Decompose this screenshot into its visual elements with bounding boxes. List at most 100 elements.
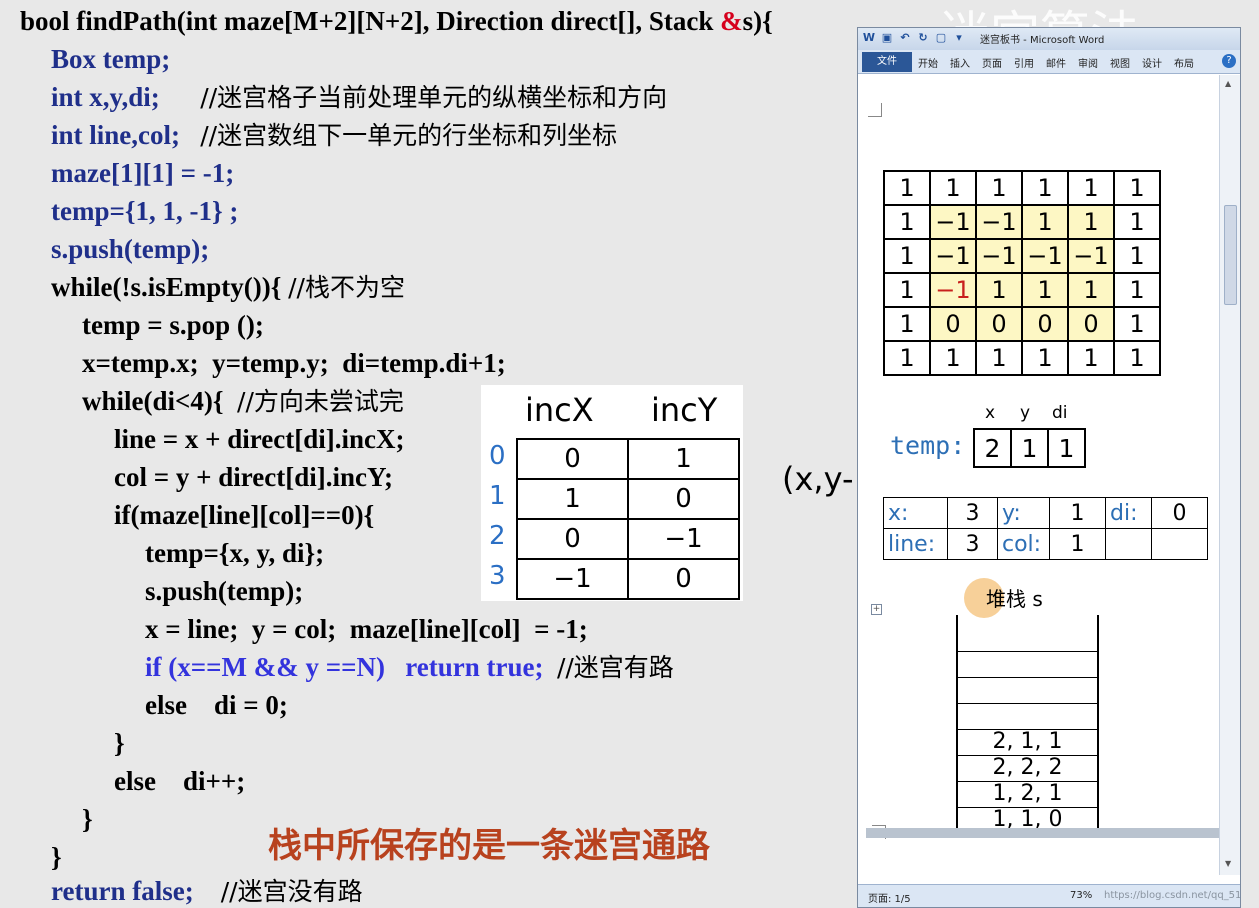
maze-cell: 1 xyxy=(1021,272,1069,308)
inc-cell: −1 xyxy=(627,518,740,560)
scroll-up-icon[interactable]: ▲ xyxy=(1225,79,1231,88)
code-line: x = line; y = col; maze[line][col] = -1; xyxy=(145,611,588,647)
maze-cell: 1 xyxy=(975,170,1023,206)
help-icon[interactable]: ? xyxy=(1222,54,1236,68)
document-page[interactable]: 1 1 1 1 1 1 1 −1 −1 1 1 1 1 −1 −1 −1 −1 1 1 −1 1 1 1 1 1 0 0 0 0 1 1 1 1… xyxy=(858,75,1218,875)
maze-cell: 1 xyxy=(1113,306,1161,342)
maze-cell: 1 xyxy=(1067,204,1115,240)
maze-cell: −1 xyxy=(1067,238,1115,274)
stack-path-note: 栈中所保存的是一条迷宫通路 xyxy=(268,826,710,866)
customize-toolbar-icon[interactable]: ▾ xyxy=(952,31,966,45)
scroll-down-icon[interactable]: ▼ xyxy=(1225,859,1231,868)
inc-cell: 0 xyxy=(516,438,629,480)
inc-cell: 0 xyxy=(516,518,629,560)
ribbon-tab-mailings[interactable]: 邮件 xyxy=(1046,55,1066,70)
code-comment: //迷宫数组下一单元的行坐标和列坐标 xyxy=(200,121,618,150)
code-token: x=temp.x; y=temp.y; di=temp.di+1; xyxy=(82,348,506,378)
code-comment: //迷宫没有路 xyxy=(220,877,363,906)
stack-entry: 2, 1, 1 xyxy=(958,729,1097,755)
inc-grid: 01 10 0 −1 −1 0 xyxy=(516,438,740,600)
watermark-url: https://blog.csdn.net/qq_51693366 xyxy=(1104,890,1241,901)
incy-header: incY xyxy=(651,391,718,429)
var-value: 1 xyxy=(1049,528,1106,560)
inc-cell: 1 xyxy=(516,478,629,520)
code-token: line = x + direct[di].incX; xyxy=(114,424,405,454)
maze-cell: 0 xyxy=(1021,306,1069,342)
code-token: x = line; y = col; maze[line][col] = -1; xyxy=(145,614,588,644)
code-token: s){ xyxy=(742,6,773,36)
temp-x-value: 2 xyxy=(973,428,1012,468)
maze-cell: 1 xyxy=(1113,170,1161,206)
save-icon[interactable]: ▣ xyxy=(880,31,894,45)
var-value: 0 xyxy=(1151,497,1208,529)
code-token: else di = 0; xyxy=(145,690,288,720)
maze-cell: 1 xyxy=(1021,170,1069,206)
scroll-thumb[interactable] xyxy=(1224,205,1237,305)
page-indicator[interactable]: 页面: 1/5 xyxy=(868,890,911,905)
code-line: bool findPath(int maze[M+2][N+2], Direct… xyxy=(20,3,773,39)
undo-icon[interactable]: ↶ xyxy=(898,31,912,45)
table-move-handle[interactable]: + xyxy=(871,604,882,615)
code-token: s.push(temp); xyxy=(51,234,210,264)
maze-cell: 0 xyxy=(975,306,1023,342)
word-app-icon[interactable]: W xyxy=(862,31,876,45)
var-label: di: xyxy=(1105,497,1152,529)
ribbon-tab-references[interactable]: 引用 xyxy=(1014,55,1034,70)
redo-icon[interactable]: ↻ xyxy=(916,31,930,45)
code-line: temp={x, y, di}; xyxy=(145,535,324,571)
direction-increment-table: incX incY 0 1 2 3 01 10 0 −1 −1 0 xyxy=(481,385,743,601)
direction-index: 3 xyxy=(489,561,506,591)
var-value: 3 xyxy=(947,497,998,529)
code-token: & xyxy=(720,6,743,36)
file-tab[interactable]: 文件 xyxy=(862,52,912,72)
word-title-bar[interactable]: W ▣ ↶ ↻ ▢ ▾ 迷宫板书 - Microsoft Word xyxy=(858,28,1240,50)
maze-grid: 1 1 1 1 1 1 1 −1 −1 1 1 1 1 −1 −1 −1 −1 1 1 −1 1 1 1 1 1 0 0 0 0 1 1 1 1… xyxy=(883,170,1161,376)
direction-index: 0 xyxy=(489,441,506,471)
code-token: while(di<4){ xyxy=(82,386,238,416)
temp-box: 2 1 1 xyxy=(973,428,1086,468)
var-label: col: xyxy=(997,528,1050,560)
maze-cell: 1 xyxy=(929,170,977,206)
status-bar: 页面: 1/5 73% https://blog.csdn.net/qq_516… xyxy=(858,884,1241,907)
code-token: } xyxy=(114,728,125,758)
stack-entry xyxy=(958,625,1097,651)
temp-header-di: di xyxy=(1052,403,1068,423)
code-line: Box temp; xyxy=(51,41,170,77)
ribbon-tab-home[interactable]: 开始 xyxy=(918,55,938,70)
new-doc-icon[interactable]: ▢ xyxy=(934,31,948,45)
zoom-level[interactable]: 73% xyxy=(1070,890,1092,901)
var-label: line: xyxy=(883,528,948,560)
horizontal-scrollbar[interactable] xyxy=(866,828,1219,838)
maze-cell: 1 xyxy=(975,272,1023,308)
variables-table: x: 3 y: 1 di: 0 line: 3 col: 1 xyxy=(883,497,1208,560)
stack-entry: 1, 2, 1 xyxy=(958,781,1097,807)
code-line: } xyxy=(51,839,62,875)
ribbon-tab-review[interactable]: 审阅 xyxy=(1078,55,1098,70)
ribbon-tab-insert[interactable]: 插入 xyxy=(950,55,970,70)
ribbon-tab-layout[interactable]: 页面 xyxy=(982,55,1002,70)
ribbon-tab-design[interactable]: 设计 xyxy=(1142,55,1162,70)
code-line: while(!s.isEmpty()){ //栈不为空 xyxy=(51,269,405,306)
word-window[interactable]: W ▣ ↶ ↻ ▢ ▾ 迷宫板书 - Microsoft Word 文件 开始 … xyxy=(857,27,1241,908)
temp-label: temp: xyxy=(890,431,966,460)
partial-coordinate-text: (x,y- xyxy=(782,460,854,498)
temp-header-y: y xyxy=(1020,403,1031,423)
maze-cell: −1 xyxy=(1021,238,1069,274)
temp-header-x: x xyxy=(985,403,996,423)
maze-cell: 1 xyxy=(1067,170,1115,206)
maze-cell: −1 xyxy=(929,272,977,308)
code-token: } xyxy=(51,842,62,872)
direction-index: 2 xyxy=(489,521,506,551)
maze-cell: 1 xyxy=(1113,204,1161,240)
maze-cell: 1 xyxy=(1021,204,1069,240)
maze-cell: 1 xyxy=(1067,340,1115,376)
maze-cell: 1 xyxy=(1113,238,1161,274)
maze-cell: 1 xyxy=(1067,272,1115,308)
maze-cell: 1 xyxy=(883,170,931,206)
var-value: 1 xyxy=(1049,497,1106,529)
ribbon-tab-view[interactable]: 视图 xyxy=(1110,55,1130,70)
vertical-scrollbar[interactable]: ▲ ▼ xyxy=(1219,75,1240,875)
ribbon-tab-table-layout[interactable]: 布局 xyxy=(1174,55,1194,70)
maze-cell: −1 xyxy=(929,204,977,240)
code-token: } xyxy=(82,804,93,834)
